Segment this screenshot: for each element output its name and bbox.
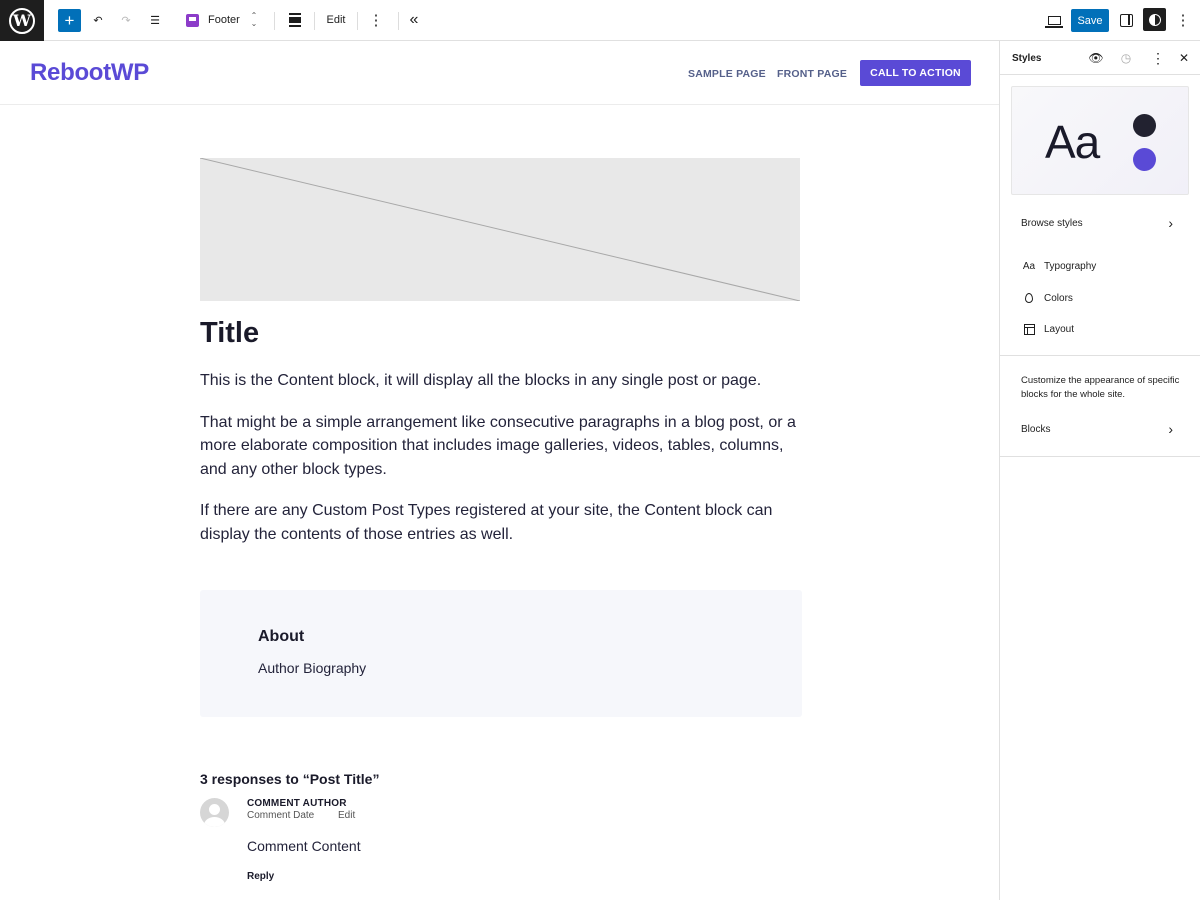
preview-color-dark [1133,114,1156,137]
site-title[interactable]: RebootWP [30,59,149,87]
wordpress-icon: W [9,7,35,34]
blocks-label: Blocks [1021,423,1051,435]
comment-author[interactable]: COMMENT AUTHOR [247,798,347,809]
browse-styles-label: Browse styles [1021,217,1083,229]
sidebar-divider [1000,355,1200,356]
chevron-down-icon[interactable]: ⌄ [251,20,258,28]
comment-edit-link[interactable]: Edit [338,810,355,821]
redo-icon[interactable]: ↷ [116,8,136,32]
post-content[interactable]: This is the Content block, it will displ… [200,369,805,564]
editor-toolbar: W + ↶ ↷ ☰ Footer ⌃ ⌄ Edit ⋮ « Save ⋮ [0,0,1200,41]
post-title[interactable]: Title [200,317,259,350]
content-paragraph[interactable]: If there are any Custom Post Types regis… [200,499,805,546]
toolbar-divider [314,12,315,30]
avatar [200,798,229,827]
comments-heading: 3 responses to “Post Title” [200,771,380,787]
blocks-button[interactable]: Blocks › [1000,417,1200,441]
document-title: Footer [208,14,240,26]
content-paragraph[interactable]: That might be a simple arrangement like … [200,411,805,482]
edit-button[interactable]: Edit [322,8,350,32]
preview-color-accent [1133,148,1156,171]
sidebar-item-typography[interactable]: Aa Typography [1000,254,1200,278]
nav-link-sample-page[interactable]: SAMPLE PAGE [688,68,766,80]
chevron-right-icon: › [1168,215,1173,231]
editor-canvas: RebootWP SAMPLE PAGE FRONT PAGE CALL TO … [0,41,1000,900]
collapse-toolbar-icon[interactable]: « [405,8,423,32]
chevron-right-icon: › [1168,421,1173,437]
template-part-icon [186,13,199,27]
blocks-description: Customize the appearance of specific blo… [1021,375,1180,400]
comment-date[interactable]: Comment Date [247,810,314,821]
layout-icon [1022,323,1036,335]
styles-sidebar: Styles Aa Browse styles › Aa Typography … [1000,41,1200,900]
comment-reply-link[interactable]: Reply [247,871,274,882]
sidebar-item-label: Colors [1044,292,1073,304]
revisions-icon[interactable]: ◷ [1118,50,1134,66]
preview-typography-sample: Aa [1045,116,1100,168]
sidebar-more-icon[interactable]: ⋮ [1150,50,1166,66]
typography-icon: Aa [1022,260,1036,272]
preview-eye-icon[interactable]: 👁 [1088,50,1104,66]
options-menu-icon[interactable]: ⋮ [1175,8,1191,32]
half-circle-icon [1148,13,1161,26]
toolbar-divider [357,12,358,30]
site-header: RebootWP SAMPLE PAGE FRONT PAGE CALL TO … [0,41,999,105]
featured-image-placeholder[interactable] [200,158,800,301]
template-switcher[interactable]: ⌃ ⌄ [248,8,260,32]
wordpress-logo-button[interactable]: W [0,0,44,41]
call-to-action-button[interactable]: CALL TO ACTION [860,60,971,86]
color-drop-icon [1022,293,1036,303]
device-preview-icon[interactable] [1043,8,1065,32]
nav-link-front-page[interactable]: FRONT PAGE [777,68,847,80]
about-heading: About [258,628,305,645]
align-icon[interactable] [286,8,304,32]
toolbar-divider [398,12,399,30]
content-paragraph[interactable]: This is the Content block, it will displ… [200,369,805,393]
sidebar-item-layout[interactable]: Layout [1000,317,1200,341]
undo-icon[interactable]: ↶ [88,8,108,32]
sidebar-item-label: Layout [1044,323,1075,335]
save-button[interactable]: Save [1071,9,1109,32]
browse-styles-button[interactable]: Browse styles › [1000,211,1200,235]
toolbar-divider [274,12,275,30]
close-icon[interactable]: ✕ [1176,50,1192,66]
comment-content: Comment Content [247,838,361,854]
add-block-button[interactable]: + [58,9,81,32]
sidebar-title: Styles [1012,53,1042,64]
sidebar-divider [1000,456,1200,457]
placeholder-diagonal [200,158,800,301]
more-options-icon[interactable]: ⋮ [368,8,384,32]
sidebar-item-colors[interactable]: Colors [1000,286,1200,310]
settings-panel-icon[interactable] [1116,8,1136,32]
sidebar-item-label: Typography [1044,260,1097,272]
styles-toggle-button[interactable] [1143,8,1166,31]
list-view-icon[interactable]: ☰ [145,8,165,32]
author-bio-box[interactable]: About Author Biography [200,590,802,717]
author-biography: Author Biography [258,660,367,676]
style-preview[interactable]: Aa [1011,86,1189,195]
